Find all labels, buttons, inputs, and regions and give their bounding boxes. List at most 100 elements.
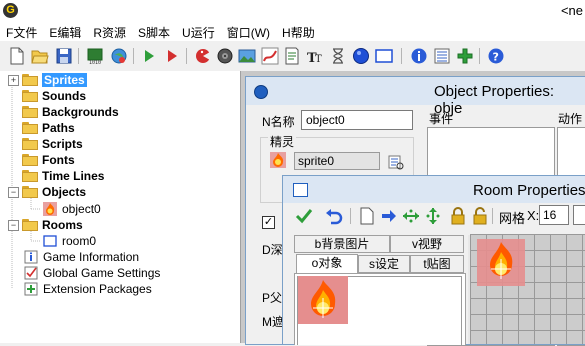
tree-label: Rooms xyxy=(42,218,83,232)
run-game-icon[interactable] xyxy=(140,47,158,65)
svg-text:?: ? xyxy=(493,51,499,64)
collapse-icon[interactable]: − xyxy=(8,186,19,198)
menu-edit[interactable]: E编辑 xyxy=(43,21,87,41)
tree-item-rooms[interactable]: − Rooms xyxy=(8,217,83,233)
app-logo-icon: G xyxy=(3,3,18,18)
tab-tiles[interactable]: t贴图 xyxy=(410,255,464,273)
toolbar-separator xyxy=(479,48,480,64)
menu-run[interactable]: U运行 xyxy=(176,21,221,41)
tree-item-object0[interactable]: object0 xyxy=(43,201,101,217)
window-title: <ne xyxy=(560,3,583,18)
create-sprite-icon[interactable] xyxy=(194,47,212,65)
tab-backgrounds[interactable]: b背景图片 xyxy=(294,235,390,253)
tree-item-sounds[interactable]: Sounds xyxy=(8,88,86,104)
folder-icon xyxy=(22,186,38,198)
toolbar-separator xyxy=(492,208,493,224)
menu-window[interactable]: 窗口(W) xyxy=(221,21,276,41)
create-path-icon[interactable] xyxy=(261,47,279,65)
resource-tree: + Sprites Sounds Backgrounds Paths Scrip… xyxy=(0,71,241,343)
unlock-icon[interactable] xyxy=(471,207,489,225)
create-font-icon[interactable]: TT xyxy=(306,47,324,65)
tree-item-fonts[interactable]: Fonts xyxy=(8,152,75,168)
tree-item-room0[interactable]: room0 xyxy=(43,233,96,249)
visible-checkbox[interactable]: ✓ xyxy=(262,216,275,229)
tree-label: Sounds xyxy=(42,89,86,103)
expand-icon[interactable]: + xyxy=(8,74,19,86)
folder-icon xyxy=(22,170,38,182)
create-script-icon[interactable] xyxy=(283,47,301,65)
grid-x-input[interactable]: 16 xyxy=(539,205,569,225)
tree-label: Objects xyxy=(42,185,87,199)
folder-icon xyxy=(22,74,38,86)
tree-item-scripts[interactable]: Scripts xyxy=(8,136,83,152)
tree-label: object0 xyxy=(62,202,101,216)
room-window-titlebar[interactable]: Room Properties xyxy=(283,176,585,203)
tree-item-extension-packages[interactable]: Extension Packages xyxy=(24,281,152,297)
clear-document-icon[interactable] xyxy=(358,207,376,225)
publish-globe-icon[interactable] xyxy=(110,47,128,65)
tree-item-game-information[interactable]: Game Information xyxy=(24,249,139,265)
object-window-titlebar[interactable]: Object Properties: obje xyxy=(246,77,585,117)
settings-checklist-icon xyxy=(24,266,38,280)
menu-resources[interactable]: R资源 xyxy=(87,21,132,41)
depth-label: D深 xyxy=(262,243,283,257)
tree-label: Sprites xyxy=(42,73,87,87)
room-icon xyxy=(43,235,57,247)
tree-label: room0 xyxy=(62,234,97,248)
game-information-icon[interactable] xyxy=(410,47,428,65)
extension-plus-icon xyxy=(24,282,38,296)
undo-icon[interactable] xyxy=(325,207,343,225)
menu-scripts[interactable]: S脚本 xyxy=(132,21,176,41)
extension-packages-icon[interactable] xyxy=(456,47,474,65)
confirm-check-icon[interactable] xyxy=(295,207,313,225)
tree-item-time-lines[interactable]: Time Lines xyxy=(8,168,104,184)
menu-file[interactable]: F文件 xyxy=(0,21,43,41)
create-object-icon[interactable] xyxy=(352,47,370,65)
create-room-icon[interactable] xyxy=(375,47,393,65)
svg-text:1010: 1010 xyxy=(89,60,101,65)
svg-text:T: T xyxy=(315,54,322,65)
actions-label: 动作 xyxy=(558,112,583,126)
toolbar-separator xyxy=(78,48,79,64)
folder-icon xyxy=(22,154,38,166)
new-file-icon[interactable] xyxy=(8,47,26,65)
sprite-edit-icon[interactable] xyxy=(388,154,404,170)
open-folder-icon[interactable] xyxy=(31,47,49,65)
create-executable-icon[interactable]: 1010 xyxy=(86,47,104,65)
tree-item-global-game-settings[interactable]: Global Game Settings xyxy=(24,265,160,281)
tree-label: Extension Packages xyxy=(43,282,152,296)
global-settings-icon[interactable] xyxy=(433,47,451,65)
tab-settings[interactable]: s设定 xyxy=(358,255,410,273)
grid-y-input[interactable] xyxy=(573,205,585,225)
sort-vertical-icon[interactable] xyxy=(424,207,442,225)
debug-game-icon[interactable] xyxy=(163,47,181,65)
sprite-select[interactable]: sprite0 xyxy=(294,152,380,170)
tab-objects[interactable]: o对象 xyxy=(296,254,358,274)
name-input[interactable]: object0 xyxy=(301,110,413,130)
room-properties-window: Room Properties 网格 X: 16 b背景图片 v视野 o对象 s… xyxy=(282,175,585,345)
lock-icon[interactable] xyxy=(449,207,467,225)
save-icon[interactable] xyxy=(55,47,73,65)
collapse-icon[interactable]: − xyxy=(8,219,19,231)
menu-help[interactable]: H帮助 xyxy=(276,21,321,41)
grid-x-label: X: xyxy=(527,208,540,223)
create-sound-icon[interactable] xyxy=(216,47,234,65)
menu-bar: F文件 E编辑 R资源 S脚本 U运行 窗口(W) H帮助 xyxy=(0,21,585,41)
create-timeline-icon[interactable] xyxy=(329,47,347,65)
tree-item-sprites[interactable]: + Sprites xyxy=(8,72,87,88)
shift-arrow-icon[interactable] xyxy=(380,207,398,225)
room-window-title: Room Properties xyxy=(473,182,585,199)
placed-flame-instance[interactable] xyxy=(477,239,525,286)
tree-item-objects[interactable]: − Objects xyxy=(8,184,86,200)
folder-icon xyxy=(22,219,38,231)
tree-item-paths[interactable]: Paths xyxy=(8,120,75,136)
help-icon[interactable]: ? xyxy=(487,47,505,65)
tree-label: Backgrounds xyxy=(42,105,119,119)
tree-label: Time Lines xyxy=(42,169,105,183)
tree-item-backgrounds[interactable]: Backgrounds xyxy=(8,104,119,120)
object-flame-preview xyxy=(298,276,348,324)
sort-horizontal-icon[interactable] xyxy=(402,207,420,225)
tab-views[interactable]: v视野 xyxy=(390,235,464,253)
create-background-icon[interactable] xyxy=(238,47,256,65)
events-label: 事件 xyxy=(429,112,454,126)
